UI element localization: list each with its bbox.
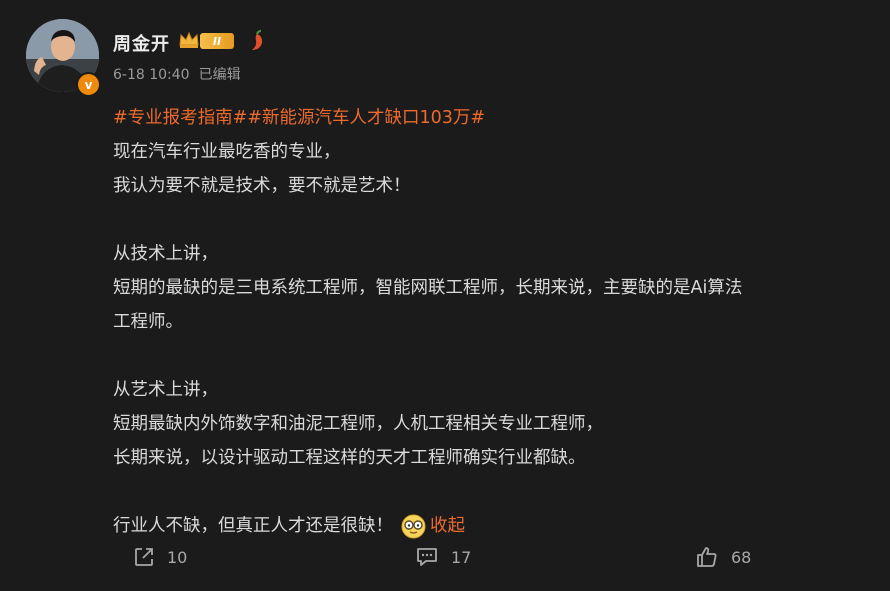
like-count: 68 — [731, 547, 752, 567]
repost-count: 10 — [167, 547, 188, 567]
content-line: 短期的最缺的是三电系统工程师，智能网联工程师，长期来说，主要缺的是Ai算法 — [113, 278, 743, 298]
topic-tags[interactable]: #专业报考指南##新能源汽车人才缺口103万# — [113, 101, 873, 135]
content-line: 长期来说，以设计驱动工程这样的天才工程师确实行业都缺。 — [113, 448, 586, 468]
repost-icon — [135, 548, 153, 566]
content-line: 短期最缺内外饰数字和油泥工程师，人机工程相关专业工程师， — [113, 414, 603, 434]
verified-badge-icon: v — [76, 72, 101, 97]
like-button[interactable]: 68 — [695, 540, 751, 574]
collapse-link[interactable]: 收起 — [430, 509, 465, 543]
content-line: 从艺术上讲， — [113, 380, 218, 400]
repost-button[interactable]: 10 — [133, 540, 187, 574]
action-bar: 10 17 68 — [0, 540, 890, 574]
member-level-badge[interactable]: II — [200, 33, 234, 49]
comment-button[interactable]: 17 — [415, 540, 471, 574]
weibo-post-card: v 周金开 II 6-18 10:40 已编辑 #专业报考指南##新能源汽车人才缺… — [0, 0, 890, 591]
content-line: 工程师。 — [113, 312, 183, 332]
content-line: 从技术上讲， — [113, 244, 218, 264]
comment-icon — [417, 548, 437, 566]
content-line: 行业人不缺，但真正人才还是很缺！ — [113, 516, 393, 536]
edited-label: 已编辑 — [198, 67, 241, 83]
content-last-line: 行业人不缺，但真正人才还是很缺！ 收起 — [113, 509, 873, 543]
post-time[interactable]: 6-18 10:40 — [113, 67, 190, 83]
glasses-emoji-icon — [401, 514, 426, 538]
post-meta: 6-18 10:40 已编辑 — [113, 64, 241, 84]
pepper-icon[interactable] — [247, 30, 267, 52]
content-line: 现在汽车行业最吃香的专业， — [113, 142, 341, 162]
post-content: #专业报考指南##新能源汽车人才缺口103万# 现在汽车行业最吃香的专业， 我认… — [113, 101, 873, 543]
comment-count: 17 — [451, 547, 472, 567]
thumbs-up-icon — [697, 547, 717, 567]
crown-icon — [179, 31, 199, 48]
author-name[interactable]: 周金开 — [113, 30, 170, 56]
content-line: 我认为要不就是技术，要不就是艺术！ — [113, 176, 411, 196]
